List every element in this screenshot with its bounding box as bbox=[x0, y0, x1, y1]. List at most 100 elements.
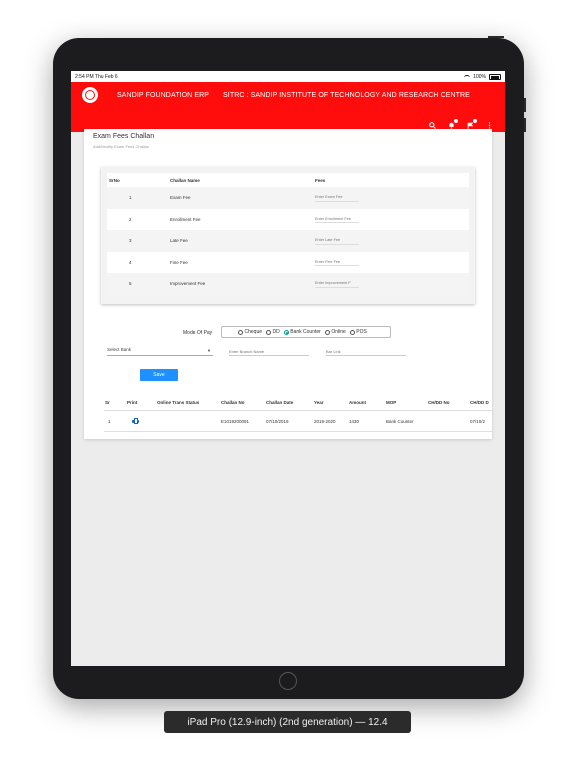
org-title: SANDIP FOUNDATION ERP bbox=[117, 92, 210, 99]
mode-of-pay-row: Mode Of Pay Cheque DD Bank Counter Onlin… bbox=[84, 326, 492, 340]
page-title: Exam Fees Challan bbox=[93, 133, 155, 140]
bar-link-input[interactable] bbox=[326, 347, 406, 356]
mode-of-pay-label: Mode Of Pay bbox=[183, 330, 213, 336]
fee-table-header: SrNo Challan Name Fees bbox=[107, 173, 469, 187]
col-amount: Amount bbox=[349, 399, 366, 405]
col-mop: MOP bbox=[386, 399, 397, 405]
col-online-status: Online Trans Status bbox=[157, 399, 200, 405]
fee-row-no: 5 bbox=[107, 273, 164, 295]
search-icon[interactable] bbox=[429, 122, 437, 130]
fee-row-no: 1 bbox=[107, 187, 164, 209]
cell-challan-date: 07/10/2019 bbox=[265, 410, 313, 432]
col-chdd-no: CH/DD No bbox=[428, 399, 450, 405]
volume-down-button bbox=[524, 118, 526, 132]
fee-row-name: Enrollment Fee bbox=[164, 208, 314, 230]
institute-title: SITRC : SANDIP INSTITUTE OF TECHNOLOGY A… bbox=[223, 92, 470, 99]
col-year: Year bbox=[314, 399, 324, 405]
volume-up-button bbox=[524, 98, 526, 112]
bank-select[interactable]: Select Bank ▼ bbox=[107, 347, 213, 356]
radio-circle-selected[interactable] bbox=[283, 329, 289, 335]
fee-table-panel: SrNo Challan Name Fees 1 Exam Fee 2 Enro… bbox=[101, 167, 475, 304]
notification-badge bbox=[454, 119, 458, 123]
radio-circle[interactable] bbox=[238, 329, 243, 335]
status-time: 2:54 PM Thu Feb 6 bbox=[75, 74, 118, 80]
bank-select-value: Select Bank bbox=[107, 347, 132, 352]
cell-online-status bbox=[156, 410, 220, 432]
fee-row-name: Improvement Fee bbox=[164, 273, 314, 295]
status-bar: 2:54 PM Thu Feb 6 100% bbox=[71, 71, 505, 82]
challan-grid: Sr Print Online Trans Status Challan No … bbox=[104, 394, 494, 432]
radio-label: DD bbox=[272, 329, 280, 335]
radio-online[interactable]: Online bbox=[324, 329, 346, 335]
col-srno: SrNo bbox=[107, 173, 164, 187]
fee-row-name: Fine Fee bbox=[164, 251, 314, 273]
cell-challan-no: E1019200091 bbox=[220, 410, 265, 432]
header-actions bbox=[429, 119, 493, 130]
col-print: Print bbox=[127, 399, 138, 405]
cell-sr: 1 bbox=[104, 410, 126, 432]
col-sr: Sr bbox=[105, 399, 110, 405]
col-chdd-date: CH/DD D bbox=[470, 399, 489, 405]
fee-row-no: 2 bbox=[107, 208, 164, 230]
radio-label: POS bbox=[356, 329, 367, 335]
fee-row: 1 Exam Fee bbox=[107, 187, 469, 209]
improvement-fee-input[interactable] bbox=[315, 279, 359, 288]
radio-circle[interactable] bbox=[349, 329, 355, 335]
app-header: SANDIP FOUNDATION ERP SITRC : SANDIP INS… bbox=[71, 82, 505, 132]
exam-fees-card: Exam Fees Challan Add/Modify Exam Fees C… bbox=[84, 129, 494, 439]
col-challan-name: Challan Name bbox=[164, 173, 314, 187]
cell-mop: Bank Counter bbox=[385, 410, 427, 432]
fee-row-name: Late Fee bbox=[164, 230, 314, 252]
wifi-icon bbox=[464, 74, 471, 80]
branch-name-input[interactable] bbox=[229, 347, 309, 356]
home-button[interactable] bbox=[279, 672, 297, 690]
fee-table: SrNo Challan Name Fees 1 Exam Fee 2 Enro… bbox=[107, 173, 469, 295]
fee-row: 2 Enrollment Fee bbox=[107, 208, 469, 230]
chevron-down-icon: ▼ bbox=[207, 348, 211, 353]
late-fee-input[interactable] bbox=[315, 236, 359, 245]
radio-circle[interactable] bbox=[266, 329, 272, 335]
radio-label: Cheque bbox=[244, 329, 263, 335]
print-icon[interactable] bbox=[132, 417, 139, 424]
radio-cheque[interactable]: Cheque bbox=[238, 329, 262, 335]
fee-row-no: 3 bbox=[107, 230, 164, 252]
fee-row-no: 4 bbox=[107, 251, 164, 273]
radio-dd[interactable]: DD bbox=[266, 329, 280, 335]
cell-chdd-no bbox=[427, 410, 469, 432]
sandip-logo bbox=[82, 87, 98, 103]
fee-row-name: Exam Fee bbox=[164, 187, 314, 209]
flag-icon[interactable] bbox=[467, 119, 477, 129]
page-subtitle: Add/Modify Exam Fees Challan bbox=[93, 144, 150, 149]
cell-chdd-date: 07/10/2 bbox=[469, 410, 494, 432]
col-challan-no: Challan No bbox=[221, 399, 245, 405]
battery-icon bbox=[489, 74, 501, 80]
status-right: 100% bbox=[464, 74, 501, 80]
mode-of-pay-group: Cheque DD Bank Counter Online POS bbox=[221, 326, 391, 338]
radio-label: Bank Counter bbox=[290, 329, 321, 335]
fee-row: 5 Improvement Fee bbox=[107, 273, 469, 295]
flag-badge bbox=[473, 119, 477, 123]
cell-amount: 1430 bbox=[348, 410, 385, 432]
ipad-screen: 2:54 PM Thu Feb 6 100% SANDIP FOUNDATION… bbox=[71, 71, 505, 666]
more-vert-icon[interactable] bbox=[486, 122, 493, 129]
fine-fee-input[interactable] bbox=[315, 258, 359, 267]
notification-icon[interactable] bbox=[448, 119, 458, 129]
radio-label: Online bbox=[331, 329, 346, 335]
radio-pos[interactable]: POS bbox=[349, 329, 367, 335]
radio-circle[interactable] bbox=[324, 329, 330, 335]
save-button[interactable]: Save bbox=[140, 369, 178, 381]
table-row: 1 E1019200091 07/10/2019 2019-2020 1430 … bbox=[104, 410, 494, 432]
col-challan-date: Challan Date bbox=[266, 399, 294, 405]
col-fees: Fees bbox=[314, 173, 469, 187]
bank-row: Select Bank ▼ bbox=[84, 343, 492, 359]
cell-year: 2019-2020 bbox=[313, 410, 348, 432]
radio-bank-counter[interactable]: Bank Counter bbox=[283, 329, 321, 335]
battery-percent: 100% bbox=[473, 74, 486, 80]
exam-fee-input[interactable] bbox=[315, 193, 359, 202]
fee-row: 3 Late Fee bbox=[107, 230, 469, 252]
fee-row: 4 Fine Fee bbox=[107, 251, 469, 273]
power-button bbox=[488, 36, 504, 38]
device-caption: iPad Pro (12.9-inch) (2nd generation) — … bbox=[164, 711, 411, 733]
grid-header: Sr Print Online Trans Status Challan No … bbox=[104, 394, 494, 411]
enrollment-fee-input[interactable] bbox=[315, 215, 359, 224]
